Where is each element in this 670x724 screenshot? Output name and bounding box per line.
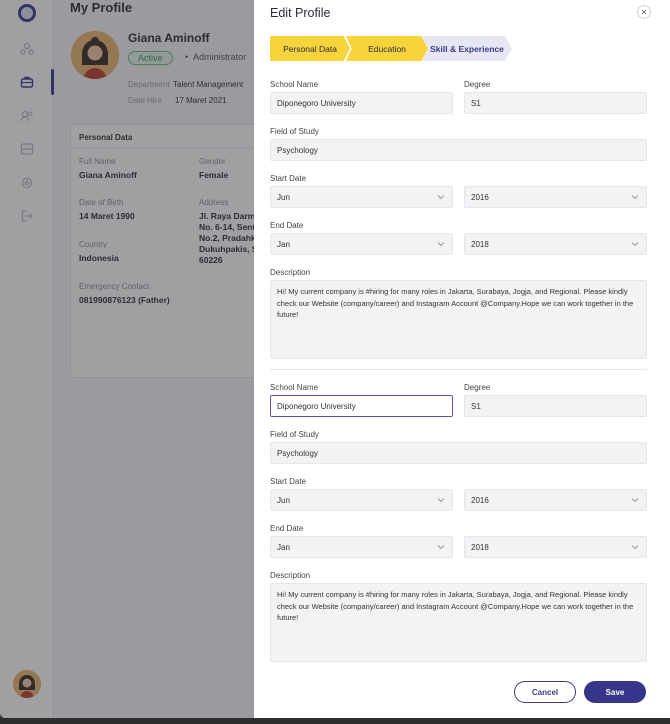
chevron-down-icon [436, 192, 446, 202]
start-month-value: Jun [277, 193, 290, 202]
end-month-select[interactable]: Jan [270, 233, 453, 255]
field-of-study-input[interactable]: Psychology [270, 139, 647, 161]
chevron-down-icon [630, 192, 640, 202]
edit-profile-drawer: Edit Profile ✕ Personal Data Education S… [254, 0, 670, 718]
start-year-select[interactable]: 2016 [464, 186, 647, 208]
description-textarea[interactable]: Hi! My current company is #hiring for ma… [270, 583, 647, 662]
degree-label: Degree [464, 80, 491, 89]
field-of-study-input[interactable]: Psychology [270, 442, 647, 464]
end-month-value: Jan [277, 543, 290, 552]
field-of-study-label: Field of Study [270, 430, 319, 439]
entry-divider [270, 369, 647, 370]
stepper: Personal Data Education Skill & Experien… [270, 36, 520, 61]
description-label: Description [270, 268, 311, 277]
start-year-value: 2016 [471, 496, 489, 505]
cancel-button[interactable]: Cancel [514, 681, 576, 703]
end-date-label: End Date [270, 524, 304, 533]
start-month-select[interactable]: Jun [270, 489, 453, 511]
end-month-select[interactable]: Jan [270, 536, 453, 558]
close-button[interactable]: ✕ [637, 5, 651, 19]
close-icon: ✕ [640, 7, 648, 17]
chevron-down-icon [630, 239, 640, 249]
chevron-down-icon [436, 495, 446, 505]
start-date-label: Start Date [270, 477, 307, 486]
end-year-value: 2018 [471, 240, 489, 249]
chevron-down-icon [630, 495, 640, 505]
school-name-input[interactable]: Diponegoro University [270, 395, 453, 417]
chevron-down-icon [436, 542, 446, 552]
save-button[interactable]: Save [584, 681, 646, 703]
chevron-down-icon [436, 239, 446, 249]
school-name-label: School Name [270, 80, 319, 89]
field-of-study-label: Field of Study [270, 127, 319, 136]
window-bottom-edge [0, 718, 670, 724]
start-month-value: Jun [277, 496, 290, 505]
end-year-select[interactable]: 2018 [464, 536, 647, 558]
school-name-label: School Name [270, 383, 319, 392]
degree-input[interactable]: S1 [464, 92, 647, 114]
description-label: Description [270, 571, 311, 580]
end-month-value: Jan [277, 240, 290, 249]
start-month-select[interactable]: Jun [270, 186, 453, 208]
drawer-title: Edit Profile [270, 6, 331, 20]
school-name-input[interactable]: Diponegoro University [270, 92, 453, 114]
degree-label: Degree [464, 383, 491, 392]
end-date-label: End Date [270, 221, 304, 230]
start-year-value: 2016 [471, 193, 489, 202]
description-textarea[interactable]: Hi! My current company is #hiring for ma… [270, 280, 647, 359]
degree-input[interactable]: S1 [464, 395, 647, 417]
step-personal-data[interactable]: Personal Data [270, 36, 350, 61]
start-date-label: Start Date [270, 174, 307, 183]
start-year-select[interactable]: 2016 [464, 489, 647, 511]
end-year-value: 2018 [471, 543, 489, 552]
end-year-select[interactable]: 2018 [464, 233, 647, 255]
step-education[interactable]: Education [346, 36, 428, 61]
step-skill-experience[interactable]: Skill & Experience [422, 36, 512, 61]
chevron-down-icon [630, 542, 640, 552]
